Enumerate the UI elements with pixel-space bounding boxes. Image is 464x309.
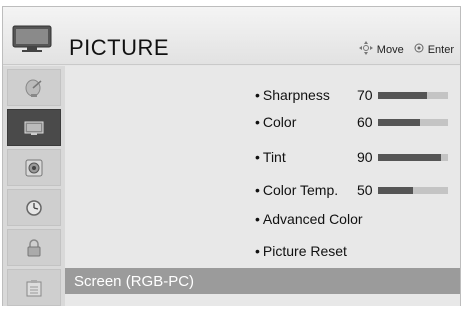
sidebar-item-option[interactable]: [7, 269, 61, 306]
clock-icon: [26, 199, 42, 216]
page-title: PICTURE: [69, 35, 170, 60]
enter-label: Enter: [427, 43, 454, 56]
menu-item-label: Tint: [262, 149, 286, 165]
ok-icon: [414, 43, 424, 56]
nav-hint: Move Enter: [358, 41, 454, 58]
menu-item-label: Advanced Color: [262, 211, 363, 227]
tint-fill: [378, 154, 441, 161]
menu-item-picture-reset[interactable]: • Picture Reset: [255, 241, 347, 261]
menu-item-tint[interactable]: • Tint: [255, 147, 286, 167]
color-temp-value: 50: [357, 182, 373, 198]
sharpness-fill: [378, 92, 427, 99]
satellite-dish-icon: [25, 79, 42, 97]
sidebar-item-time[interactable]: [7, 189, 61, 226]
tint-slider[interactable]: [378, 154, 448, 161]
sharpness-value: 70: [357, 87, 373, 103]
tv-icon: [12, 25, 52, 52]
sharpness-slider[interactable]: [378, 92, 448, 99]
options-box-icon: [26, 279, 42, 296]
sidebar: [3, 66, 65, 306]
tv-picture-icon: [24, 121, 44, 135]
menu-item-color-temp[interactable]: • Color Temp.: [255, 180, 338, 200]
sidebar-item-lock[interactable]: [7, 229, 61, 266]
speaker-icon: [25, 159, 43, 176]
sidebar-item-setup[interactable]: [7, 69, 61, 106]
menu-item-label: Color Temp.: [262, 182, 339, 198]
menu-item-sharpness[interactable]: • Sharpness: [255, 85, 330, 105]
menu-header: PICTURE Move Enter: [3, 7, 460, 65]
menu-item-label: Color: [262, 114, 297, 130]
move-label: Move: [376, 43, 404, 56]
menu-content: • Sharpness 70 • Color 60 • Tint 90 • Co…: [65, 66, 460, 306]
sidebar-item-picture[interactable]: [7, 109, 61, 146]
color-value: 60: [357, 114, 373, 130]
osd-menu-window: PICTURE Move Enter • Sharpness 70 • Colo…: [2, 6, 461, 306]
menu-item-advanced-color[interactable]: • Advanced Color: [255, 209, 363, 229]
color-slider[interactable]: [378, 119, 448, 126]
color-temp-fill: [378, 187, 413, 194]
lock-icon: [27, 238, 41, 256]
menu-item-label: Picture Reset: [262, 243, 347, 259]
color-fill: [378, 119, 420, 126]
dpad-icon: [358, 41, 373, 58]
menu-item-label: Sharpness: [262, 87, 330, 103]
color-temp-slider[interactable]: [378, 187, 448, 194]
menu-item-color[interactable]: • Color: [255, 112, 296, 132]
menu-item-screen-selected[interactable]: Screen (RGB-PC): [65, 268, 460, 294]
tint-value: 90: [357, 149, 373, 165]
sidebar-item-audio[interactable]: [7, 149, 61, 186]
